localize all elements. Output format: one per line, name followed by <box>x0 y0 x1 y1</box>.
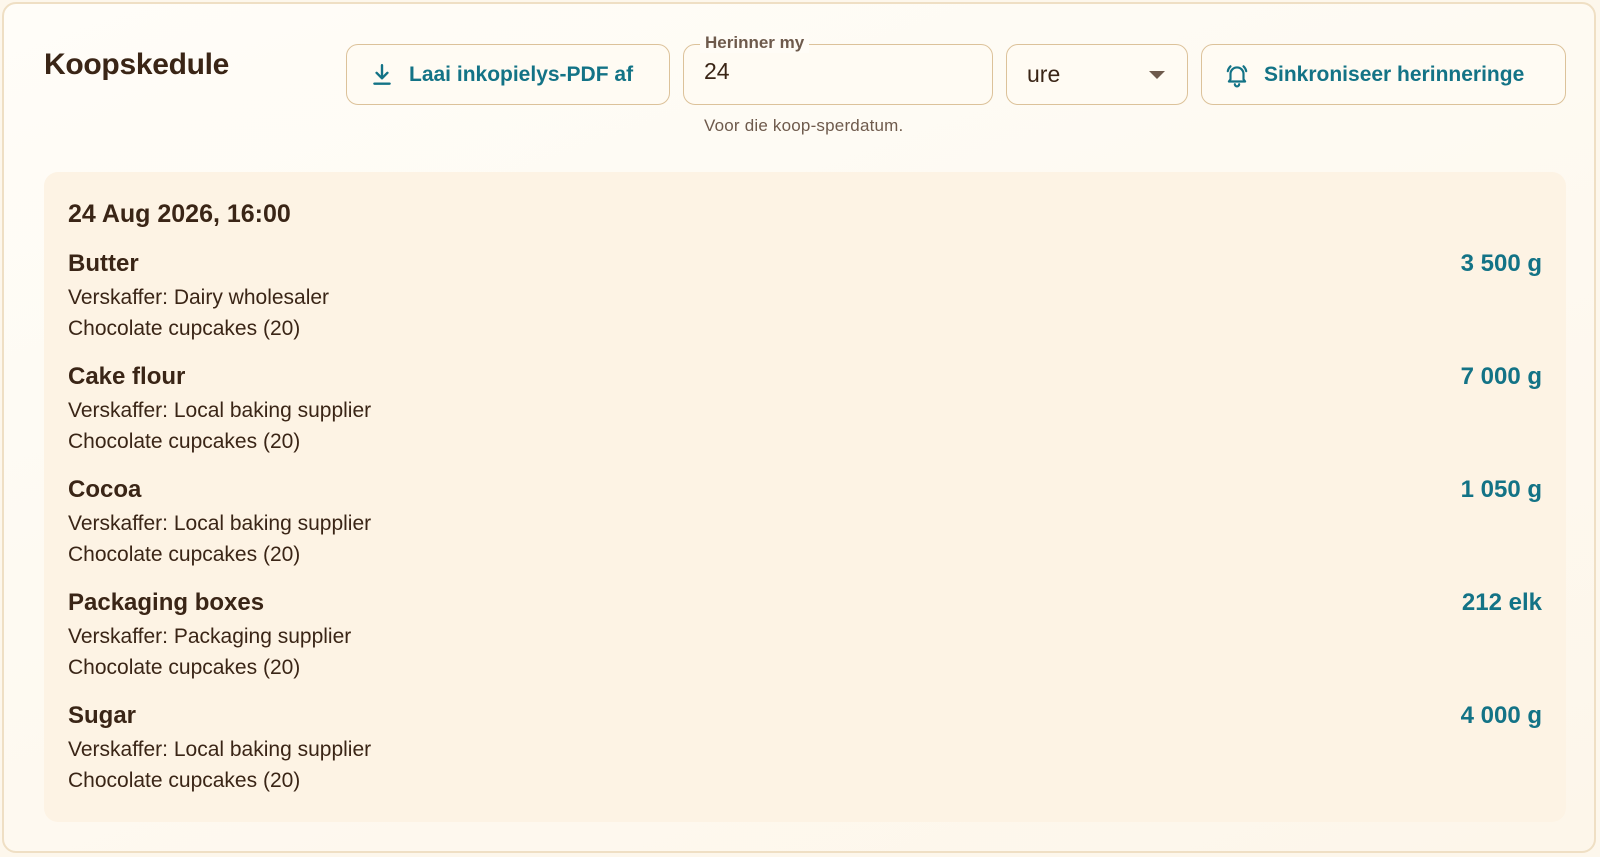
item-quantity: 7 000 g <box>1460 363 1542 390</box>
item-name: Cocoa <box>68 476 142 503</box>
purchase-list: Butter 3 500 g Verskaffer: Dairy wholesa… <box>68 250 1542 815</box>
download-pdf-button[interactable]: Laai inkopielys-PDF af <box>346 44 670 105</box>
list-item: Cake flour 7 000 g Verskaffer: Local bak… <box>68 363 1542 476</box>
item-recipe: Chocolate cupcakes (20) <box>68 543 301 566</box>
item-quantity: 212 elk <box>1461 589 1542 616</box>
item-name: Cake flour <box>68 363 186 390</box>
item-recipe: Chocolate cupcakes (20) <box>68 430 301 453</box>
item-name: Butter <box>68 250 139 277</box>
reminder-unit-select[interactable]: ure <box>1006 44 1188 105</box>
item-supplier: Verskaffer: Packaging supplier <box>68 625 352 648</box>
reminder-field-label: Herinner my <box>700 33 810 53</box>
item-name: Sugar <box>68 702 137 729</box>
download-pdf-label: Laai inkopielys-PDF af <box>409 62 634 86</box>
item-quantity: 4 000 g <box>1460 702 1542 729</box>
chevron-down-icon <box>1149 71 1165 79</box>
app-window: Koopskedule Laai inkopielys-PDF af Herin… <box>2 2 1596 853</box>
item-supplier: Verskaffer: Local baking supplier <box>68 399 372 422</box>
download-icon <box>369 62 395 88</box>
reminder-helper-text: Voor die koop-sperdatum. <box>704 116 904 135</box>
group-date-heading: 24 Aug 2026, 16:00 <box>68 200 291 228</box>
list-item: Sugar 4 000 g Verskaffer: Local baking s… <box>68 702 1542 815</box>
page-title: Koopskedule <box>44 48 230 81</box>
list-item: Cocoa 1 050 g Verskaffer: Local baking s… <box>68 476 1542 589</box>
item-recipe: Chocolate cupcakes (20) <box>68 317 301 340</box>
reminder-field[interactable]: Herinner my <box>683 33 993 105</box>
bell-icon <box>1224 62 1250 88</box>
reminder-unit-value: ure <box>1027 61 1061 87</box>
reminder-amount-input[interactable] <box>704 58 964 85</box>
item-quantity: 3 500 g <box>1460 250 1542 277</box>
list-item: Packaging boxes 212 elk Verskaffer: Pack… <box>68 589 1542 702</box>
list-item: Butter 3 500 g Verskaffer: Dairy wholesa… <box>68 250 1542 363</box>
item-recipe: Chocolate cupcakes (20) <box>68 769 301 792</box>
item-quantity: 1 050 g <box>1460 476 1542 503</box>
item-name: Packaging boxes <box>68 589 265 616</box>
item-supplier: Verskaffer: Dairy wholesaler <box>68 286 330 309</box>
schedule-group: 24 Aug 2026, 16:00 Butter 3 500 g Verska… <box>44 172 1566 822</box>
item-supplier: Verskaffer: Local baking supplier <box>68 738 372 761</box>
item-recipe: Chocolate cupcakes (20) <box>68 656 301 679</box>
item-supplier: Verskaffer: Local baking supplier <box>68 512 372 535</box>
sync-reminders-label: Sinkroniseer herinneringe <box>1264 62 1525 86</box>
sync-reminders-button[interactable]: Sinkroniseer herinneringe <box>1201 44 1566 105</box>
